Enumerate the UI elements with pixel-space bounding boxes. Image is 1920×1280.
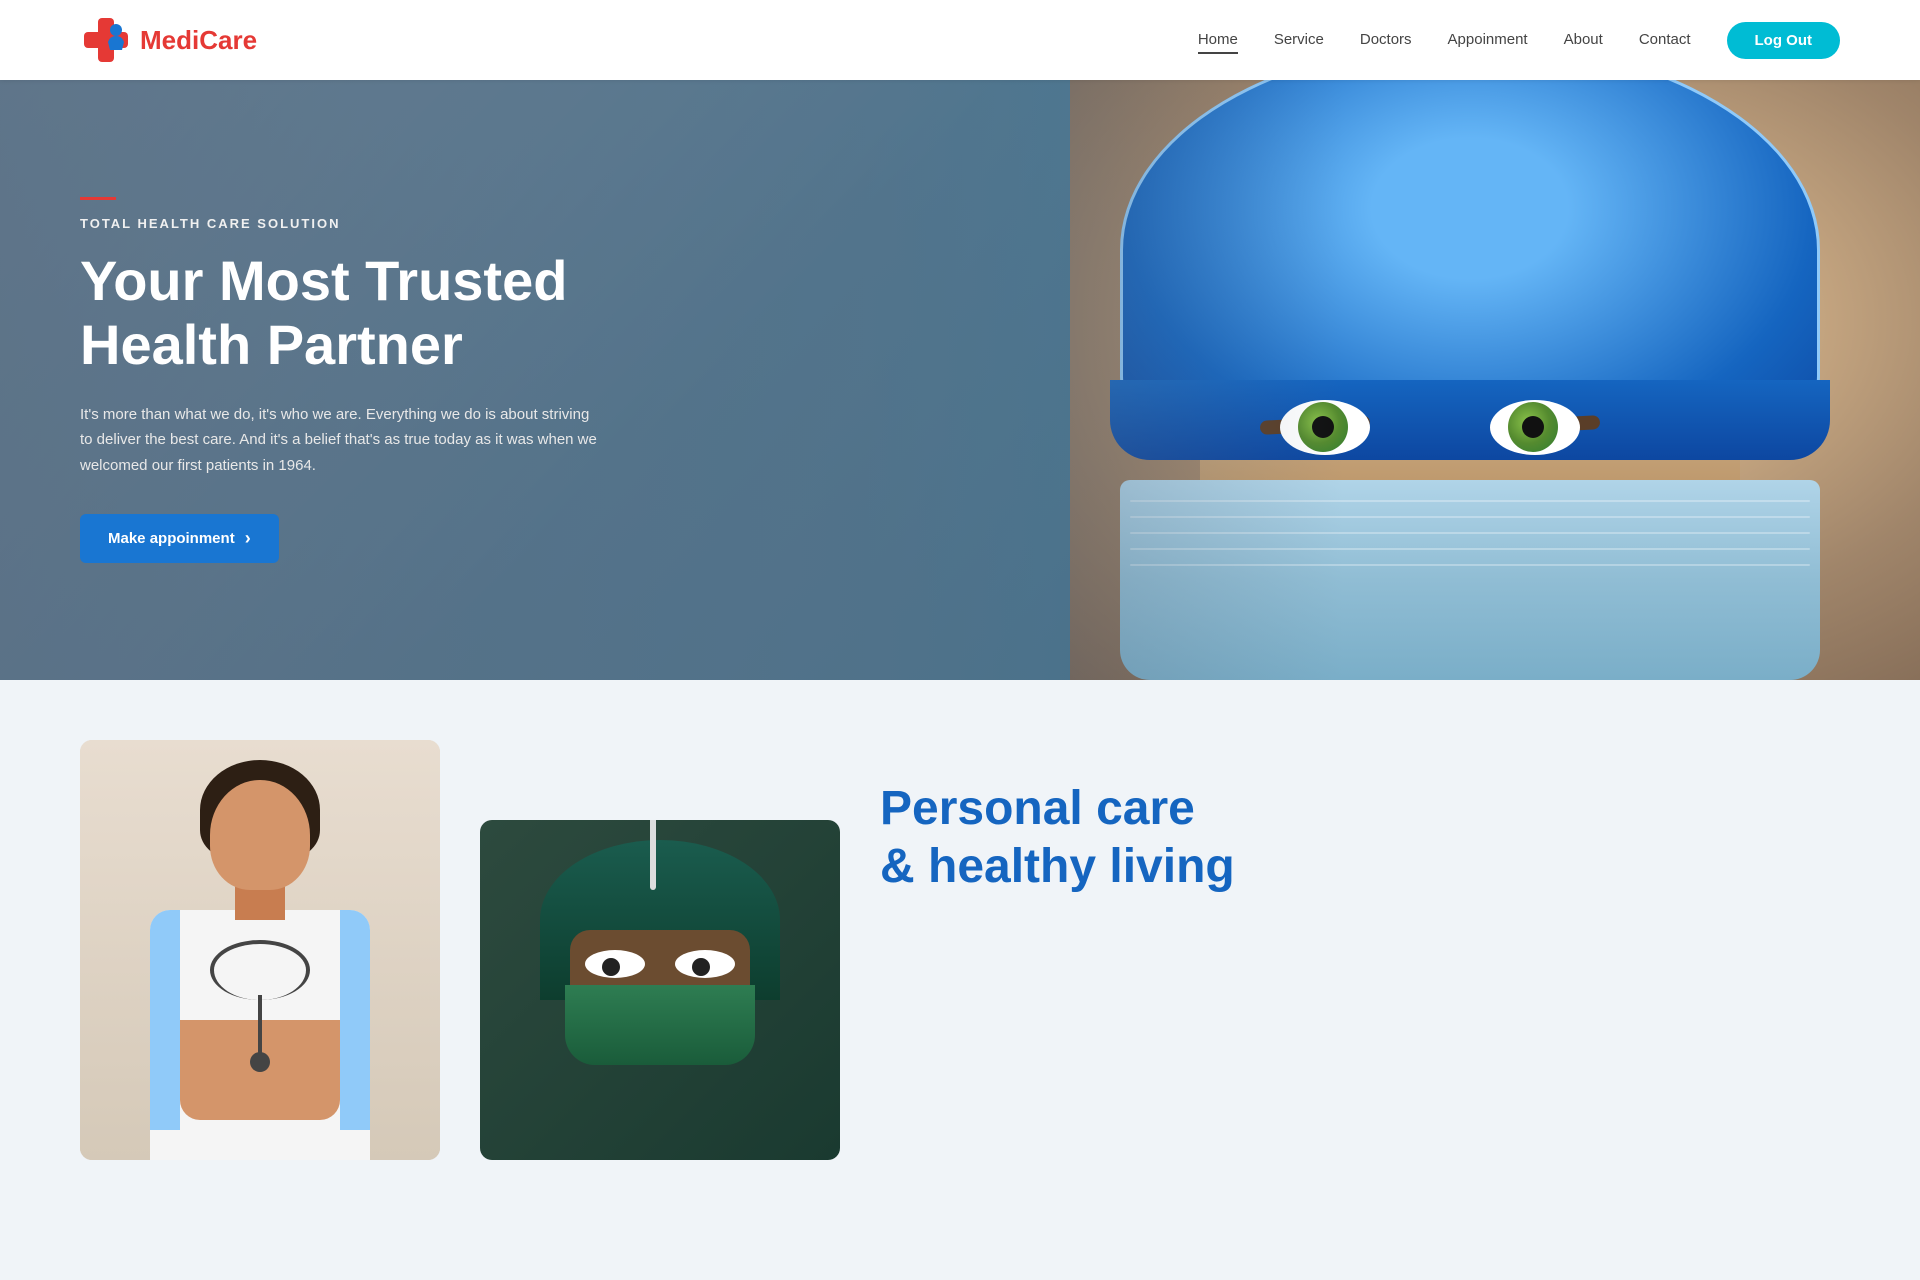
hero-section: TOTAL HEALTH CARE SOLUTION Your Most Tru…: [0, 80, 1920, 680]
logo-text: MediCare: [140, 25, 257, 56]
surgeon-figure: [480, 820, 840, 1160]
logo-icon: [80, 14, 132, 66]
nav-doctors[interactable]: Doctors: [1360, 31, 1412, 54]
nav-about[interactable]: About: [1564, 31, 1603, 54]
navbar: MediCare Home Service Doctors Appoinment…: [0, 0, 1920, 80]
personal-care-section: Personal care & healthy living: [880, 740, 1840, 895]
hero-title: Your Most Trusted Health Partner: [80, 249, 620, 378]
nav-contact[interactable]: Contact: [1639, 31, 1691, 54]
personal-care-heading: Personal care & healthy living: [880, 780, 1840, 895]
hero-tagline-bar: [80, 197, 116, 200]
nurse-image-card: [80, 740, 440, 1160]
nav-home[interactable]: Home: [1198, 31, 1238, 54]
hero-content: TOTAL HEALTH CARE SOLUTION Your Most Tru…: [0, 80, 700, 680]
chevron-right-icon: ›: [245, 528, 251, 549]
logout-button[interactable]: Log Out: [1727, 22, 1840, 59]
nav-appoinment[interactable]: Appoinment: [1448, 31, 1528, 54]
hero-subtitle: TOTAL HEALTH CARE SOLUTION: [80, 216, 620, 231]
nav-service[interactable]: Service: [1274, 31, 1324, 54]
hero-description: It's more than what we do, it's who we a…: [80, 402, 600, 479]
logo[interactable]: MediCare: [80, 14, 257, 66]
make-appointment-button[interactable]: Make appoinment ›: [80, 514, 279, 563]
below-hero-section: Personal care & healthy living: [0, 680, 1920, 1160]
surgeon-image-card: [480, 820, 840, 1160]
nav-links: Home Service Doctors Appoinment About Co…: [1198, 22, 1840, 59]
